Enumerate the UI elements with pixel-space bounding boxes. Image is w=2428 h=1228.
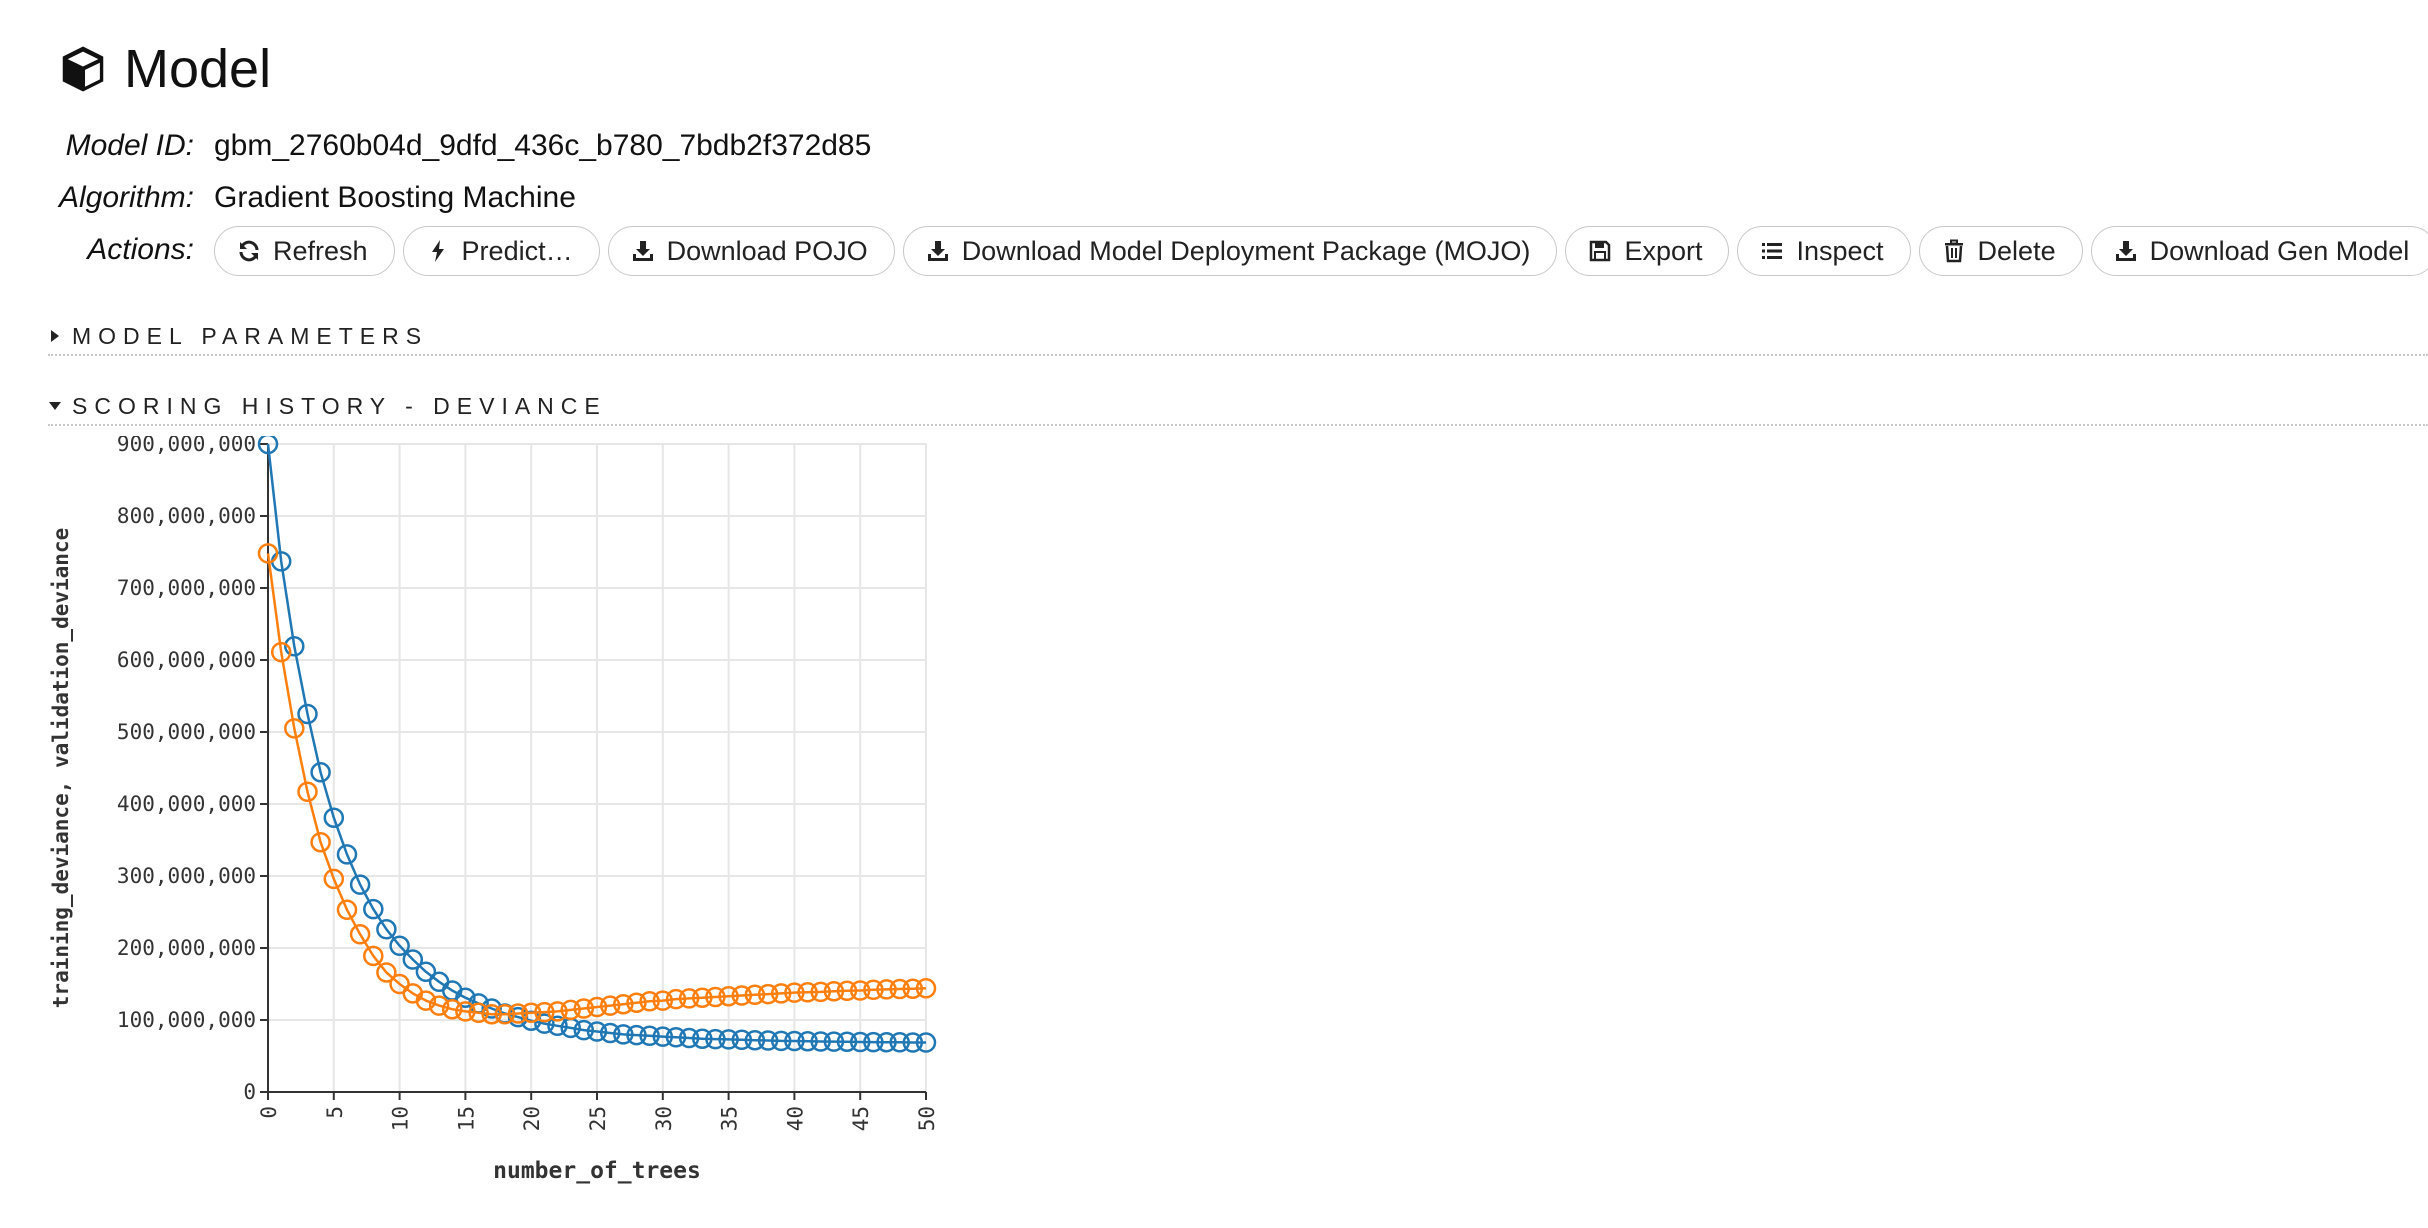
model-id-row: Model ID: gbm_2760b04d_9dfd_436c_b780_7b… [0,124,872,168]
x-tick-label: 50 [915,1106,939,1131]
export-button[interactable]: Export [1565,226,1730,276]
x-tick-label: 25 [586,1106,610,1131]
chart-labels: 0 5 10 15 20 25 30 35 40 45 50 0 100,000,000 200,000,… [49,436,939,1184]
download-pojo-button[interactable]: Download POJO [607,226,895,276]
trash-icon [1944,239,1963,263]
scoring-history-label: SCORING HISTORY - DEVIANCE [72,392,607,419]
algorithm-value: Gradient Boosting Machine [214,181,576,214]
refresh-button[interactable]: Refresh [214,226,395,276]
algorithm-row: Algorithm: Gradient Boosting Machine [0,176,576,220]
chart-grid [267,443,927,1093]
x-tick-label: 35 [718,1106,742,1131]
x-tick-label: 45 [849,1106,873,1131]
bolt-icon [431,240,444,262]
download-mojo-button[interactable]: Download Model Deployment Package (MOJO) [902,226,1558,276]
actions-row: Actions: [0,228,194,272]
model-parameters-label: MODEL PARAMETERS [72,322,429,349]
model-parameters-section[interactable]: MODEL PARAMETERS [48,318,2428,356]
download-gen-model-label: Download Gen Model [2149,235,2410,266]
x-tick-label: 30 [652,1106,676,1131]
download-icon [632,241,653,261]
y-tick-label: 900,000,000 [117,436,256,456]
caret-down-icon [49,402,61,410]
x-tick-label: 5 [323,1106,347,1119]
x-tick-label: 20 [520,1106,544,1131]
x-tick-label: 15 [454,1106,478,1131]
scoring-history-chart: 0 5 10 15 20 25 30 35 40 45 50 0 100,000,000 200,000,… [49,436,939,1184]
list-icon [1762,243,1783,259]
download-gen-model-button[interactable]: Download Gen Model [2090,226,2428,276]
y-tick-label: 0 [243,1080,256,1104]
save-icon [1590,240,1611,262]
page-title: Model [124,39,272,99]
caret-right-icon [51,330,59,342]
export-label: Export [1624,235,1703,266]
y-axis-title: training_deviance, validation_deviance [49,528,73,1008]
x-tick-label: 0 [257,1106,281,1119]
x-tick-label: 40 [783,1106,807,1131]
y-tick-label: 400,000,000 [117,792,256,816]
y-tick-label: 300,000,000 [117,864,256,888]
y-tick-label: 200,000,000 [117,936,256,960]
cube-icon [62,46,104,92]
model-id-label: Model ID: [65,129,194,162]
x-axis-title: number_of_trees [493,1158,701,1184]
x-tick-label: 10 [389,1106,413,1131]
page-header: Model [56,34,271,104]
actions-label: Actions: [87,233,194,266]
inspect-label: Inspect [1796,235,1884,266]
delete-button[interactable]: Delete [1918,226,2083,276]
download-mojo-label: Download Model Deployment Package (MOJO) [961,235,1531,266]
y-tick-label: 700,000,000 [117,576,256,600]
chart-axes [260,443,927,1100]
y-tick-label: 100,000,000 [117,1008,256,1032]
predict-label: Predict… [461,235,573,266]
refresh-label: Refresh [273,235,368,266]
algorithm-label: Algorithm: [58,181,194,214]
model-id-value: gbm_2760b04d_9dfd_436c_b780_7bdb2f372d85 [214,129,872,162]
download-icon [2115,241,2136,261]
actions-toolbar: Refresh Predict… Download POJO Download … [214,226,2428,276]
inspect-button[interactable]: Inspect [1737,226,1911,276]
delete-label: Delete [1977,235,2056,266]
predict-button[interactable]: Predict… [402,226,600,276]
scoring-history-section[interactable]: SCORING HISTORY - DEVIANCE [48,388,2428,426]
download-pojo-label: Download POJO [666,235,868,266]
download-icon [927,241,948,261]
y-tick-label: 800,000,000 [117,504,256,528]
y-tick-label: 500,000,000 [117,720,256,744]
y-tick-label: 600,000,000 [117,648,256,672]
refresh-icon [239,240,259,262]
